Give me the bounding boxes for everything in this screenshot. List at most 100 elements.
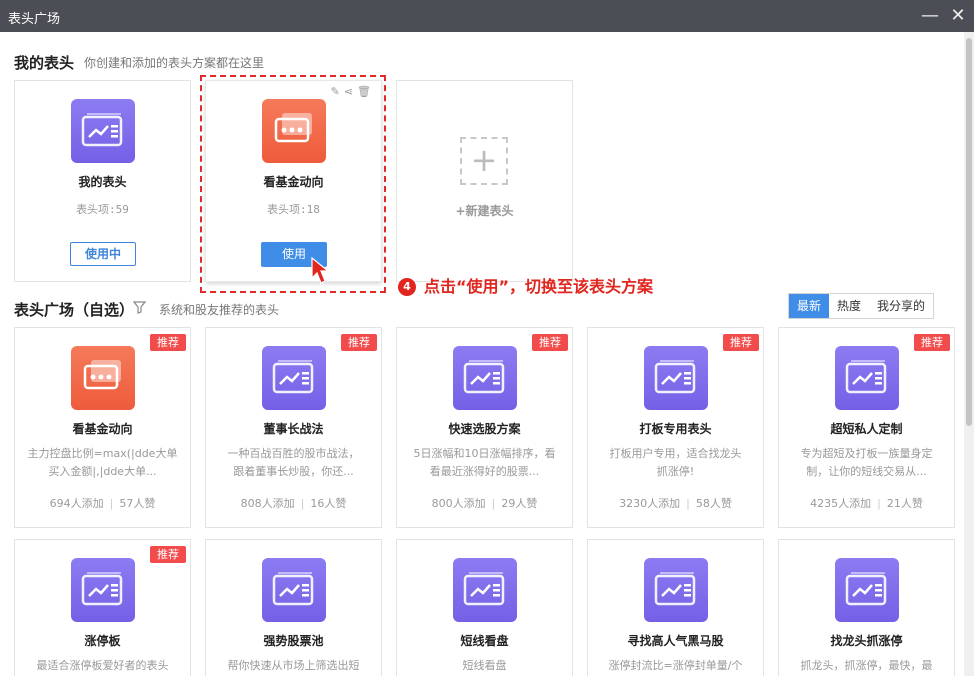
card-desc-line1: 短线看盘 [462, 659, 507, 672]
card-desc-line1: 主力控盘比例=max(|dde大单 [27, 447, 178, 460]
add-count: 4235人添加 [810, 497, 872, 510]
step-text: 点击“使用”，切换至该表头方案 [424, 277, 654, 296]
card-desc-line2: 看最近涨得好的股票... [429, 465, 540, 478]
plus-icon: + [460, 137, 508, 185]
card-name: 我的表头 [78, 175, 127, 189]
card-description: 5日涨幅和10日涨幅排序，看 看最近涨得好的股票... [407, 445, 562, 481]
card-stats: 3230人添加 | 58人赞 [588, 495, 763, 511]
card-name: 短线看盘 [460, 634, 509, 648]
plaza-card[interactable]: 推荐超短私人定制专为超短及打板一族量身定 制，让你的短线交易从... 4235人添加… [778, 327, 955, 528]
plaza-card[interactable]: 找龙头抓涨停抓龙头，抓涨停，最快，最 [778, 539, 955, 676]
card-description: 专为超短及打板一族量身定 制，让你的短线交易从... [789, 445, 944, 481]
like-count: 16人赞 [310, 497, 347, 510]
like-count: 58人赞 [695, 497, 732, 510]
plaza-card[interactable]: 推荐 董事长战法 一种百战百胜的股市战法， 跟着董事长炒股，你还... 808人添加 | 1… [205, 327, 382, 528]
card-desc-line1: 一种百战百胜的股市战法， [227, 447, 360, 460]
card-desc-line1: 抓龙头，抓涨停，最快，最 [800, 659, 933, 672]
window-titlebar: 表头广场 — ✕ [0, 0, 974, 32]
mouse-cursor-icon [311, 256, 330, 284]
card-name: 寻找高人气黑马股 [627, 634, 724, 648]
add-count: 694人添加 [49, 497, 104, 510]
step-number: 4 [398, 278, 416, 296]
plaza-section-subtitle: 系统和股友推荐的表头 [159, 303, 280, 317]
stats-divider: | [877, 497, 881, 510]
scrollbar-thumb[interactable] [966, 38, 972, 426]
like-count: 21人赞 [886, 497, 923, 510]
filter-icon[interactable] [132, 301, 147, 317]
chart-list-icon [71, 99, 135, 163]
card-description: 主力控盘比例=max(|dde大单 买入金额|,|dde大单... [25, 445, 180, 481]
card-name: 强势股票池 [263, 634, 324, 648]
card-description: 打板用户专用，适合找龙头 抓涨停! [598, 445, 753, 481]
new-header-card[interactable]: + +新建表头 [396, 80, 573, 282]
like-count: 57人赞 [119, 497, 156, 510]
card-name: 超短私人定制 [830, 422, 903, 436]
card-desc-line1: 打板用户专用，适合找龙头 [609, 447, 742, 460]
card-name: 看基金动向 [72, 422, 133, 436]
plaza-section-title: 表头广场（自选） [14, 301, 135, 319]
new-header-label: +新建表头 [455, 204, 514, 218]
card-stats: 4235人添加 | 21人赞 [779, 495, 954, 511]
card-desc-line1: 专为超短及打板一族量身定 [800, 447, 933, 460]
stats-divider: | [300, 497, 305, 510]
recommended-tag: 推荐 [532, 334, 568, 351]
card-stats: 694人添加 | 57人赞 [15, 495, 190, 511]
add-count: 800人添加 [431, 497, 486, 510]
card-count: 表头项:59 [76, 203, 129, 216]
step-annotation: 4 点击“使用”，切换至该表头方案 [398, 273, 653, 297]
card-name: 打板专用表头 [639, 422, 712, 436]
plaza-card[interactable]: 寻找高人气黑马股涨停封流比=涨停封单量/个 [587, 539, 764, 676]
card-desc-line1: 涨停封流比=涨停封单量/个 [608, 659, 743, 672]
recommended-tag: 推荐 [723, 334, 759, 351]
card-description: 涨停封流比=涨停封单量/个 [598, 657, 753, 675]
plaza-card[interactable]: 推荐 看基金动向 主力控盘比例=max(|dde大单 买入金额|,|dde大单... 6… [14, 327, 191, 528]
chart-list-icon [71, 558, 135, 622]
card-stats: 808人添加 | 16人赞 [206, 495, 381, 511]
chart-list-icon [644, 558, 708, 622]
stats-divider: | [491, 497, 496, 510]
stats-divider: | [686, 497, 690, 510]
recommended-tag: 推荐 [914, 334, 950, 351]
card-description: 一种百战百胜的股市战法， 跟着董事长炒股，你还... [216, 445, 371, 481]
highlight-box [200, 75, 386, 293]
card-desc-line1: 5日涨幅和10日涨幅排序，看 [413, 447, 556, 460]
card-desc-line2: 跟着董事长炒股，你还... [233, 465, 354, 478]
close-icon[interactable]: ✕ [948, 6, 968, 26]
tab-popular[interactable]: 热度 [829, 294, 869, 318]
my-section-subtitle: 你创建和添加的表头方案都在这里 [84, 56, 265, 70]
tab-my-shared[interactable]: 我分享的 [869, 294, 933, 318]
chart-list-icon [453, 558, 517, 622]
plaza-card[interactable]: 推荐打板专用表头打板用户专用，适合找龙头 抓涨停! 3230人添加 | 58人赞 [587, 327, 764, 528]
plaza-card[interactable]: 推荐快速选股方案 5日涨幅和10日涨幅排序，看 看最近涨得好的股票... 800人添加… [396, 327, 573, 528]
chat-bubbles-icon [71, 346, 135, 410]
sort-tabs: 最新 热度 我分享的 [788, 293, 935, 319]
card-desc-line2: 抓涨停! [656, 465, 695, 478]
tab-latest[interactable]: 最新 [789, 294, 830, 318]
my-section-title: 我的表头 [14, 54, 75, 72]
stats-divider: | [109, 497, 114, 510]
plaza-card[interactable]: 短线看盘 短线看盘 [396, 539, 573, 676]
my-card-mine[interactable]: 我的表头 表头项:59 使用中 [14, 80, 191, 282]
card-description: 短线看盘 [407, 657, 562, 675]
card-name: 找龙头抓涨停 [830, 634, 903, 648]
card-name: 快速选股方案 [448, 422, 521, 436]
chart-list-icon [262, 346, 326, 410]
add-count: 3230人添加 [619, 497, 681, 510]
card-desc-line2: 制，让你的短线交易从... [806, 465, 927, 478]
in-use-button[interactable]: 使用中 [70, 242, 136, 266]
window-title: 表头广场 [8, 12, 61, 27]
vertical-scrollbar[interactable] [964, 32, 974, 676]
plaza-card[interactable]: 推荐 涨停板 最适合涨停板爱好者的表头 [14, 539, 191, 676]
chart-list-icon [262, 558, 326, 622]
card-desc-line2: 买入金额|,|dde大单... [48, 465, 157, 478]
chart-list-icon [453, 346, 517, 410]
minimize-icon[interactable]: — [920, 6, 940, 26]
recommended-tag: 推荐 [341, 334, 377, 351]
recommended-tag: 推荐 [150, 546, 186, 563]
card-description: 抓龙头，抓涨停，最快，最 [789, 657, 944, 675]
chart-list-icon [835, 346, 899, 410]
plaza-card[interactable]: 强势股票池帮你快速从市场上筛选出短 [205, 539, 382, 676]
card-name: 董事长战法 [263, 422, 324, 436]
card-description: 帮你快速从市场上筛选出短 [216, 657, 371, 675]
card-desc-line1: 帮你快速从市场上筛选出短 [227, 659, 360, 672]
